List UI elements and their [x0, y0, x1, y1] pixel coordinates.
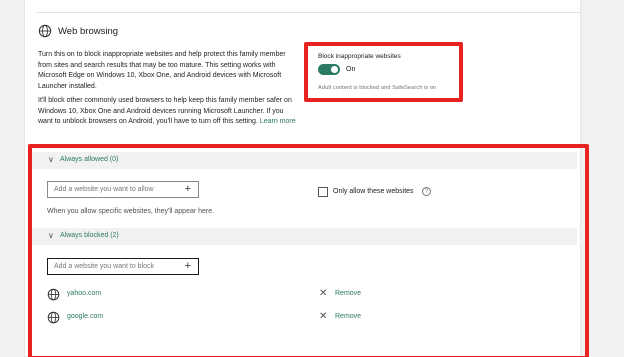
section-divider — [36, 12, 581, 13]
description-paragraph: It'll block other commonly used browsers… — [38, 96, 300, 128]
globe-icon — [38, 24, 52, 38]
description-paragraph: Turn this on to block inappropriate webs… — [38, 51, 286, 90]
highlight-box — [304, 42, 463, 102]
section-title: Web browsing — [58, 26, 119, 37]
description-text: It'll block other commonly used browsers… — [38, 97, 292, 126]
learn-more-link[interactable]: Learn more — [260, 118, 296, 125]
highlight-box — [28, 144, 589, 357]
